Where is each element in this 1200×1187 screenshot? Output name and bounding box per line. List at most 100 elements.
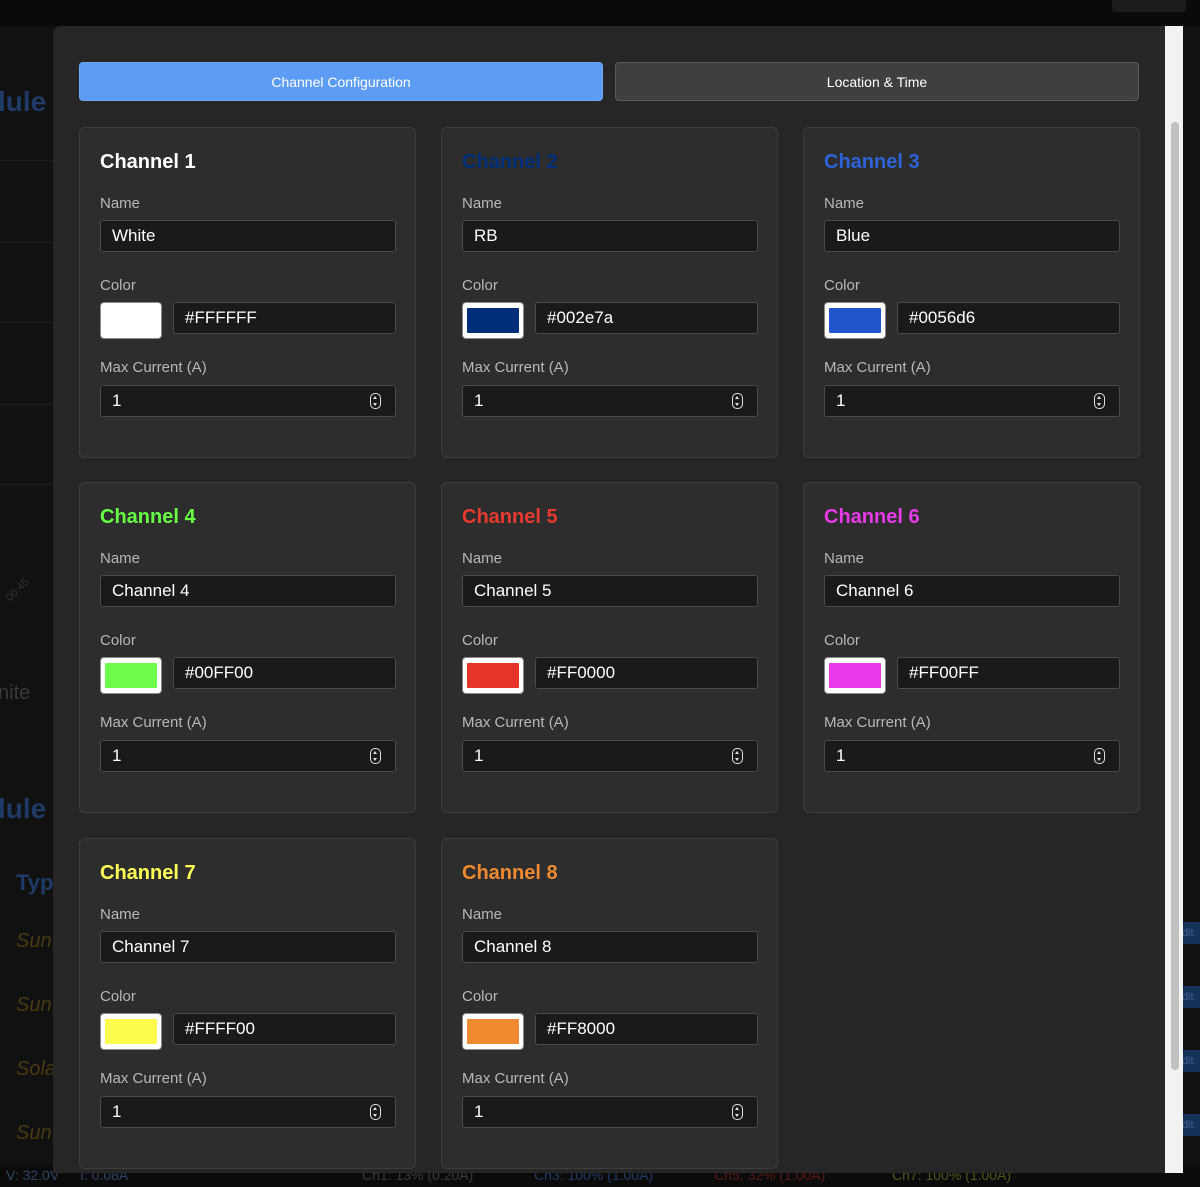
background-table-cell: Sun <box>16 994 52 1016</box>
spinner-arrows-icon[interactable] <box>370 1104 381 1120</box>
color-picker-swatch[interactable] <box>824 302 886 339</box>
channel-name-input[interactable]: Blue <box>824 220 1120 252</box>
settings-modal: Channel Configuration Location & Time Ch… <box>53 26 1183 1173</box>
color-label: Color <box>462 277 498 294</box>
name-label: Name <box>100 195 141 212</box>
max-current-input[interactable]: 1 <box>824 385 1120 417</box>
max-current-value: 1 <box>474 1102 484 1121</box>
channel-name-input[interactable]: Channel 8 <box>462 931 758 963</box>
background-text: nite <box>0 682 31 704</box>
background-axis-tick: 00:45 <box>3 576 32 604</box>
name-label: Name <box>824 550 865 567</box>
max-current-value: 1 <box>112 391 122 410</box>
channel-title: Channel 5 <box>462 506 558 528</box>
color-label: Color <box>462 632 498 649</box>
color-picker-swatch[interactable] <box>462 1013 524 1050</box>
max-current-label: Max Current (A) <box>100 714 207 731</box>
max-current-label: Max Current (A) <box>824 359 931 376</box>
spinner-arrows-icon[interactable] <box>1094 393 1105 409</box>
background-topbar <box>0 0 1200 26</box>
max-current-label: Max Current (A) <box>100 1070 207 1087</box>
color-swatch-fill <box>467 1019 519 1044</box>
background-divider <box>0 160 60 161</box>
max-current-input[interactable]: 1 <box>100 385 396 417</box>
color-hex-input[interactable]: #FF00FF <box>897 657 1120 689</box>
color-label: Color <box>100 988 136 1005</box>
tab-channel-configuration[interactable]: Channel Configuration <box>79 62 603 101</box>
channel-card-4: Channel 4 Name Channel 4 Color #00FF00 M… <box>79 482 416 813</box>
background-edit-chip: dit <box>1182 922 1200 944</box>
color-hex-input[interactable]: #FF0000 <box>535 657 758 689</box>
spinner-arrows-icon[interactable] <box>1094 748 1105 764</box>
channel-name-input[interactable]: Channel 7 <box>100 931 396 963</box>
channel-title: Channel 8 <box>462 862 558 884</box>
color-hex-input[interactable]: #00FF00 <box>173 657 396 689</box>
tab-location-time[interactable]: Location & Time <box>615 62 1139 101</box>
color-label: Color <box>100 277 136 294</box>
name-label: Name <box>462 550 503 567</box>
color-swatch-fill <box>105 1019 157 1044</box>
max-current-input[interactable]: 1 <box>462 1096 758 1128</box>
background-divider <box>0 484 60 485</box>
channel-name-input[interactable]: White <box>100 220 396 252</box>
color-picker-swatch[interactable] <box>100 657 162 694</box>
color-swatch-fill <box>105 663 157 688</box>
color-picker-swatch[interactable] <box>462 302 524 339</box>
background-heading: lule <box>0 86 47 117</box>
max-current-input[interactable]: 1 <box>100 740 396 772</box>
max-current-label: Max Current (A) <box>824 714 931 731</box>
background-heading: lule <box>0 793 47 824</box>
color-picker-swatch[interactable] <box>462 657 524 694</box>
max-current-value: 1 <box>112 1102 122 1121</box>
background-table-header: Typ <box>16 870 54 895</box>
channel-card-5: Channel 5 Name Channel 5 Color #FF0000 M… <box>441 482 778 813</box>
color-hex-input[interactable]: #FFFF00 <box>173 1013 396 1045</box>
scrollbar-track[interactable] <box>1165 26 1183 1173</box>
channel-name-input[interactable]: Channel 5 <box>462 575 758 607</box>
channel-title: Channel 1 <box>100 151 196 173</box>
channel-name-input[interactable]: Channel 6 <box>824 575 1120 607</box>
name-label: Name <box>100 906 141 923</box>
background-edit-chip: dit <box>1182 1050 1200 1072</box>
color-label: Color <box>462 988 498 1005</box>
color-hex-input[interactable]: #FF8000 <box>535 1013 758 1045</box>
max-current-input[interactable]: 1 <box>462 385 758 417</box>
max-current-value: 1 <box>836 746 846 765</box>
color-label: Color <box>824 632 860 649</box>
background-edit-chip: dit <box>1182 986 1200 1008</box>
spinner-arrows-icon[interactable] <box>732 1104 743 1120</box>
max-current-input[interactable]: 1 <box>824 740 1120 772</box>
spinner-arrows-icon[interactable] <box>370 748 381 764</box>
max-current-input[interactable]: 1 <box>462 740 758 772</box>
channel-card-7: Channel 7 Name Channel 7 Color #FFFF00 M… <box>79 838 416 1169</box>
spinner-arrows-icon[interactable] <box>732 748 743 764</box>
max-current-input[interactable]: 1 <box>100 1096 396 1128</box>
max-current-label: Max Current (A) <box>100 359 207 376</box>
scrollbar-thumb[interactable] <box>1171 122 1179 1070</box>
channel-name-input[interactable]: Channel 4 <box>100 575 396 607</box>
channel-name-input[interactable]: RB <box>462 220 758 252</box>
color-hex-input[interactable]: #0056d6 <box>897 302 1120 334</box>
color-picker-swatch[interactable] <box>100 1013 162 1050</box>
color-hex-input[interactable]: #002e7a <box>535 302 758 334</box>
max-current-value: 1 <box>112 746 122 765</box>
color-picker-swatch[interactable] <box>100 302 162 339</box>
name-label: Name <box>462 906 503 923</box>
max-current-value: 1 <box>474 746 484 765</box>
background-table-cell: Sun <box>16 930 52 952</box>
max-current-label: Max Current (A) <box>462 359 569 376</box>
channel-title: Channel 2 <box>462 151 558 173</box>
spinner-arrows-icon[interactable] <box>370 393 381 409</box>
background-divider <box>0 322 60 323</box>
channel-card-8: Channel 8 Name Channel 8 Color #FF8000 M… <box>441 838 778 1169</box>
spinner-arrows-icon[interactable] <box>732 393 743 409</box>
max-current-value: 1 <box>474 391 484 410</box>
status-voltage: V: 32.0V <box>6 1167 60 1183</box>
color-swatch-fill <box>105 308 157 333</box>
channel-title: Channel 7 <box>100 862 196 884</box>
color-label: Color <box>824 277 860 294</box>
color-hex-input[interactable]: #FFFFFF <box>173 302 396 334</box>
color-picker-swatch[interactable] <box>824 657 886 694</box>
color-swatch-fill <box>829 663 881 688</box>
channel-card-2: Channel 2 Name RB Color #002e7a Max Curr… <box>441 127 778 458</box>
